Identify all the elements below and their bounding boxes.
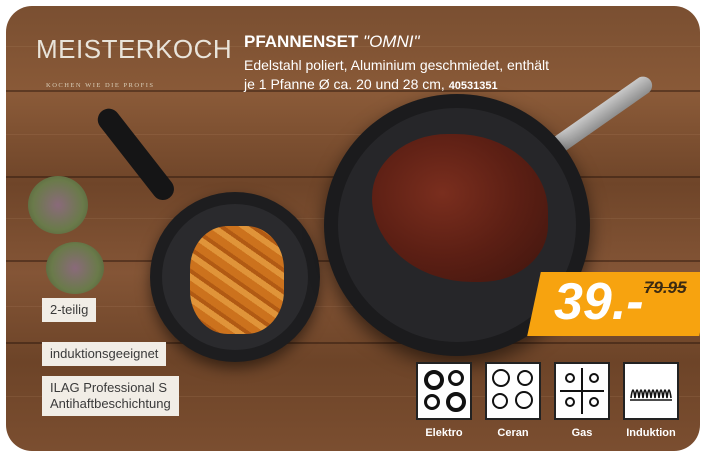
article-number: 40531351	[448, 80, 498, 92]
induction-icon	[623, 362, 679, 420]
description-line: Edelstahl poliert, Aluminium geschmiedet…	[244, 57, 550, 73]
feature-line: Antihaftbeschichtung	[50, 396, 171, 411]
artichoke-image	[46, 242, 104, 294]
old-price: 79.95	[644, 278, 687, 297]
electric-stove-icon	[416, 362, 472, 420]
current-price: 39.-	[554, 273, 644, 331]
cooktop-label: Elektro	[425, 427, 463, 439]
brand-logo: MEISTERKOCH	[36, 34, 233, 64]
cooktop-label: Induktion	[626, 427, 676, 439]
feature-badge: ILAG Professional S Antihaftbeschichtung	[42, 376, 179, 416]
description-line: je 1 Pfanne Ø ca. 20 und 28 cm, 40531351	[244, 75, 604, 96]
induction-coil-icon	[630, 389, 672, 401]
feature-line: ILAG Professional S	[50, 380, 168, 395]
brand-tagline: KOCHEN WIE DIE PROFIS	[46, 82, 155, 89]
product-card: MEISTERKOCH KOCHEN WIE DIE PROFIS PFANNE…	[6, 6, 700, 451]
small-pan-image	[150, 192, 320, 362]
fries-image	[190, 226, 284, 334]
small-pan-surface	[162, 204, 308, 350]
cooktop-label: Gas	[571, 427, 593, 439]
gas-stove-icon	[554, 362, 610, 420]
cooktop-label: Ceran	[497, 427, 529, 439]
product-title: PFANNENSET "OMNI"	[244, 32, 420, 52]
feature-badge: induktionsgeeignet	[42, 342, 167, 366]
product-description: Edelstahl poliert, Aluminium geschmiedet…	[244, 56, 604, 96]
product-title-bold: PFANNENSET	[244, 32, 359, 51]
ceramic-stove-icon	[485, 362, 541, 420]
steak-image	[372, 134, 548, 282]
product-title-italic: "OMNI"	[363, 32, 420, 51]
description-text: je 1 Pfanne Ø ca. 20 und 28 cm,	[244, 76, 445, 92]
small-pan-handle	[93, 104, 179, 205]
artichoke-image	[28, 176, 88, 234]
feature-badge: 2-teilig	[42, 298, 97, 322]
